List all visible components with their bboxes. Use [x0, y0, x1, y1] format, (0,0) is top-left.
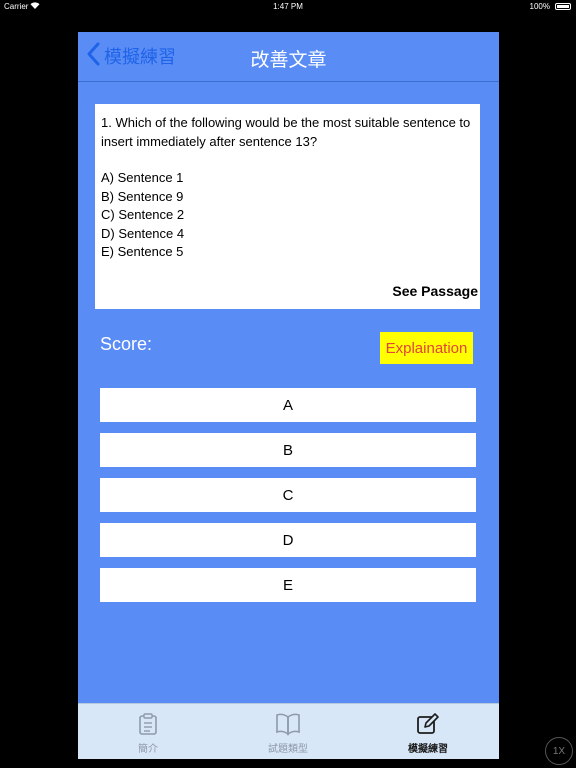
tab-practice[interactable]: 模擬練習	[358, 704, 498, 759]
question-card: 1. Which of the following would be the m…	[95, 104, 480, 309]
see-passage-button[interactable]: See Passage	[392, 283, 478, 299]
option-item: A) Sentence 1	[101, 170, 184, 185]
zoom-badge[interactable]: 1X	[545, 737, 573, 765]
battery-icon	[555, 3, 571, 10]
page-title: 改善文章	[250, 50, 327, 71]
option-item: D) Sentence 4	[101, 225, 185, 241]
answer-button-a[interactable]: A	[100, 388, 476, 422]
answer-button-e[interactable]: E	[100, 568, 476, 602]
tab-bar: 簡介 試題類型 模擬練習	[78, 703, 499, 759]
clock: 1:47 PM	[273, 2, 303, 11]
edit-icon	[358, 712, 498, 741]
battery-percent: 100%	[529, 2, 550, 11]
app-window: 模擬練習 改善文章 1. Which of the following woul…	[78, 32, 499, 759]
tab-label: 試題類型	[268, 744, 308, 755]
question-text: 1. Which of the following would be the m…	[101, 115, 471, 149]
navigation-bar: 模擬練習 改善文章	[78, 32, 499, 82]
tab-label: 簡介	[138, 744, 158, 755]
clipboard-icon	[78, 712, 218, 741]
option-item: C) Sentence 2	[101, 207, 185, 222]
status-bar: Carrier 1:47 PM 100%	[0, 0, 576, 14]
explanation-button[interactable]: Explaination	[380, 332, 473, 364]
score-label: Score:	[100, 334, 153, 354]
tab-label: 模擬練習	[408, 744, 448, 755]
option-item: E) Sentence 5	[101, 244, 184, 259]
tab-question-types[interactable]: 試題類型	[218, 704, 358, 759]
book-icon	[218, 712, 358, 741]
option-item: B) Sentence 9	[101, 188, 184, 204]
answer-button-c[interactable]: C	[100, 478, 476, 512]
tab-intro[interactable]: 簡介	[78, 704, 218, 759]
answer-button-d[interactable]: D	[100, 523, 476, 557]
option-list: A) Sentence 1 B) Sentence 9 C) Sentence …	[101, 169, 184, 262]
answer-button-b[interactable]: B	[100, 433, 476, 467]
